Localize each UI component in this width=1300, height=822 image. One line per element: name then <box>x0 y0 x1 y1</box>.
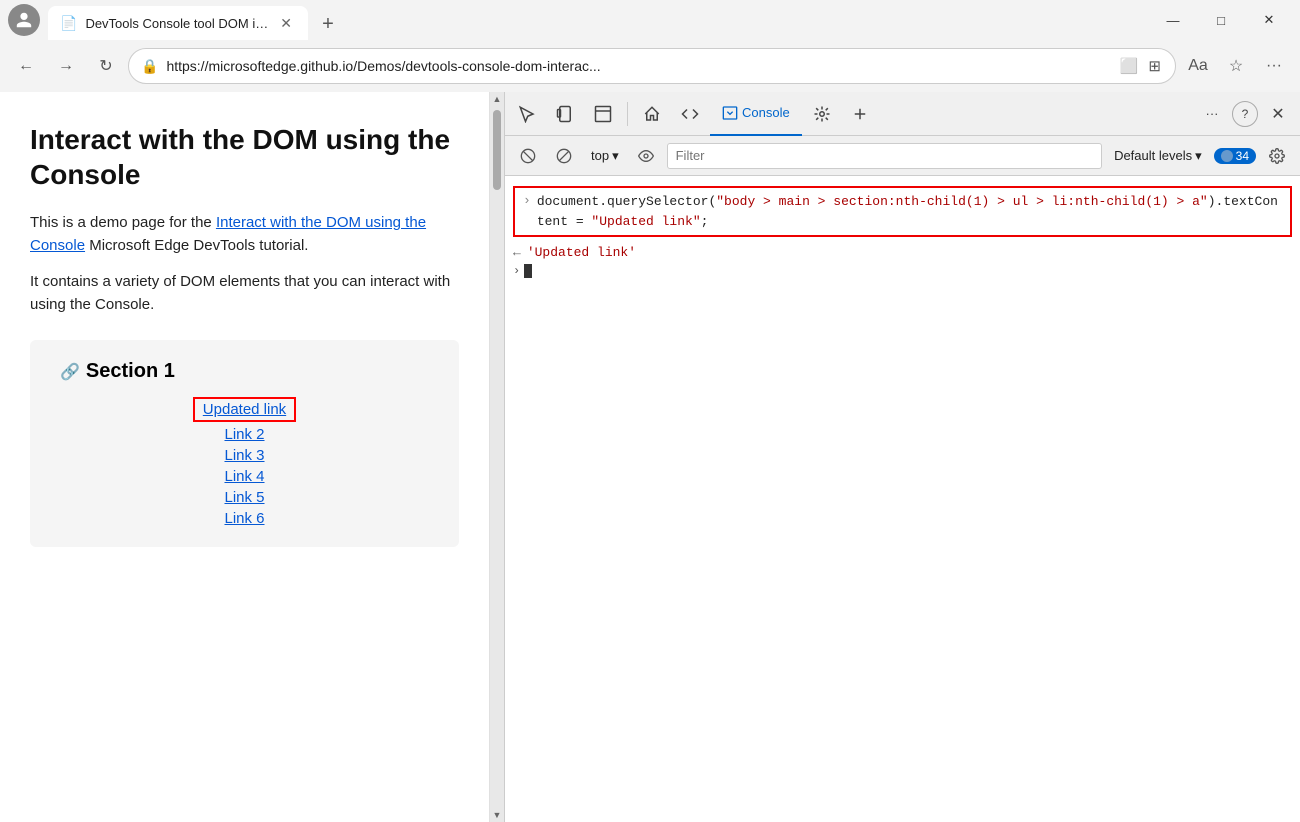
console-bar: top ▾ Default levels ▾ 34 <box>505 136 1300 176</box>
new-tab-button[interactable]: + <box>312 8 344 40</box>
window-controls: — □ ✕ <box>1150 4 1292 36</box>
tab-title: DevTools Console tool DOM inte <box>85 16 268 31</box>
address-bar: ← → ↻ 🔒 https://microsoftedge.github.io/… <box>0 40 1300 92</box>
section-links: Updated link Link 2 Link 3 Link 4 Link 5… <box>60 397 429 527</box>
console-input-row: › document.querySelector("body > main > … <box>513 186 1292 237</box>
link-updated[interactable]: Updated link <box>193 397 296 422</box>
console-output: › document.querySelector("body > main > … <box>505 176 1300 822</box>
issues-badge[interactable]: 34 <box>1214 148 1256 164</box>
close-button[interactable]: ✕ <box>1246 4 1292 36</box>
cast-icon[interactable]: ⬜ <box>1118 55 1141 77</box>
desc-rest-text: Microsoft Edge DevTools tutorial. <box>85 237 308 254</box>
home-button[interactable] <box>634 96 670 132</box>
anchor-icon: 🔗 <box>60 362 80 382</box>
link-6[interactable]: Link 6 <box>224 510 264 527</box>
address-text: https://microsoftedge.github.io/Demos/de… <box>166 58 1109 74</box>
tab-icon: 📄 <box>60 15 77 32</box>
maximize-button[interactable]: □ <box>1198 4 1244 36</box>
forward-button[interactable]: → <box>48 48 84 84</box>
console-tab-label: Console <box>742 105 790 120</box>
devtools-help-button[interactable]: ? <box>1232 101 1258 127</box>
issues-bubble-icon <box>1221 150 1233 162</box>
tab-close-button[interactable]: ✕ <box>276 13 296 34</box>
context-selector[interactable]: top ▾ <box>585 146 625 166</box>
clear-console-button[interactable] <box>513 142 543 170</box>
page-title: Interact with the DOM using the Console <box>30 122 459 192</box>
devtools-close-button[interactable]: ✕ <box>1260 96 1296 132</box>
link-3[interactable]: Link 3 <box>224 447 264 464</box>
refresh-button[interactable]: ↻ <box>88 48 124 84</box>
link-2[interactable]: Link 2 <box>224 426 264 443</box>
issues-count: 34 <box>1236 149 1249 163</box>
block-icon-button[interactable] <box>549 142 579 170</box>
minimize-button[interactable]: — <box>1150 4 1196 36</box>
collections-icon[interactable]: ⊞ <box>1146 55 1163 77</box>
context-chevron: ▾ <box>612 148 619 164</box>
page-description-2: It contains a variety of DOM elements th… <box>30 271 459 316</box>
next-prompt-chevron: › <box>513 264 520 278</box>
console-settings-button[interactable] <box>1262 142 1292 170</box>
console-tab[interactable]: Console <box>710 92 802 136</box>
title-bar: 📄 DevTools Console tool DOM inte ✕ + — □… <box>0 0 1300 40</box>
lock-icon: 🔒 <box>141 58 158 75</box>
profile-button[interactable]: Aa <box>1180 48 1216 84</box>
scroll-thumb[interactable] <box>493 110 501 190</box>
page-content: Interact with the DOM using the Console … <box>0 92 490 822</box>
levels-label: Default levels <box>1114 148 1192 163</box>
console-output-row: ← 'Updated link' <box>505 243 1300 262</box>
levels-dropdown[interactable]: Default levels ▾ <box>1108 146 1208 166</box>
output-arrow: ← <box>513 245 521 260</box>
device-emulation-button[interactable] <box>547 96 583 132</box>
toolbar-divider <box>627 102 628 126</box>
section-title-text: Section 1 <box>86 360 175 383</box>
active-tab[interactable]: 📄 DevTools Console tool DOM inte ✕ <box>48 6 308 40</box>
link-4[interactable]: Link 4 <box>224 468 264 485</box>
eye-button[interactable] <box>631 142 661 170</box>
main-area: Interact with the DOM using the Console … <box>0 92 1300 822</box>
add-tool-button[interactable] <box>842 96 878 132</box>
scroll-down-arrow[interactable]: ▼ <box>490 808 504 822</box>
page-scrollbar[interactable]: ▲ ▼ <box>490 92 504 822</box>
sources-button[interactable] <box>672 96 708 132</box>
inspect-element-button[interactable] <box>509 96 545 132</box>
devtools-toolbar: Console ··· ? ✕ <box>505 92 1300 136</box>
section-1-box: 🔗 Section 1 Updated link Link 2 Link 3 L… <box>30 340 459 547</box>
desc-plain-text: This is a demo page for the <box>30 214 216 231</box>
close-drawer-button[interactable] <box>585 96 621 132</box>
devtools-panel: Console ··· ? ✕ <box>504 92 1300 822</box>
address-input-wrap[interactable]: 🔒 https://microsoftedge.github.io/Demos/… <box>128 48 1176 84</box>
address-icons: ⬜ ⊞ <box>1118 55 1163 77</box>
filter-input[interactable] <box>667 143 1102 169</box>
console-result: 'Updated link' <box>527 245 636 260</box>
devtools-more-button[interactable]: ··· <box>1194 96 1230 132</box>
console-next-row[interactable]: › <box>505 262 1300 280</box>
section-1-title: 🔗 Section 1 <box>60 360 429 383</box>
more-button[interactable]: ··· <box>1256 48 1292 84</box>
page-description-1: This is a demo page for the Interact wit… <box>30 212 459 257</box>
back-button[interactable]: ← <box>8 48 44 84</box>
console-prompt-right: › <box>523 192 531 208</box>
scroll-up-arrow[interactable]: ▲ <box>490 92 504 106</box>
tabs-area: 📄 DevTools Console tool DOM inte ✕ + <box>48 0 1150 40</box>
favorites-button[interactable]: ☆ <box>1218 48 1254 84</box>
profile-avatar[interactable] <box>8 4 40 36</box>
browser-actions: Aa ☆ ··· <box>1180 48 1292 84</box>
console-code: document.querySelector("body > main > se… <box>537 192 1282 231</box>
debug-icon-button[interactable] <box>804 96 840 132</box>
link-5[interactable]: Link 5 <box>224 489 264 506</box>
context-label: top <box>591 148 609 163</box>
console-cursor <box>524 264 532 278</box>
levels-chevron: ▾ <box>1195 148 1202 164</box>
